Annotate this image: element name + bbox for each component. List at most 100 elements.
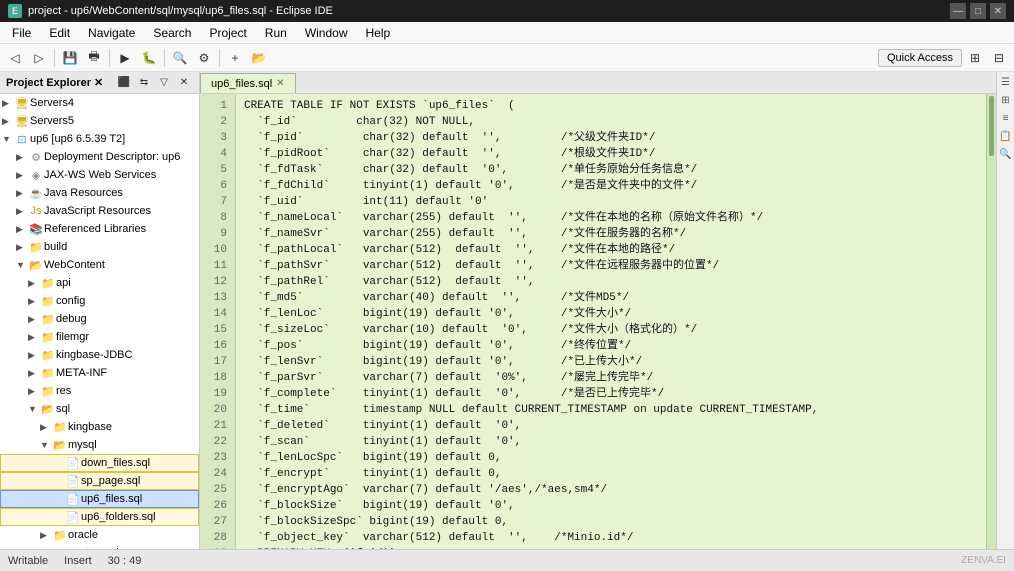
tree-item-servers4[interactable]: ▶ 🖥 Servers4 (0, 94, 199, 112)
tree-item-up6[interactable]: ▼ ⊡ up6 [up6 6.5.39 T2] (0, 130, 199, 148)
code-line[interactable]: `f_deleted` tinyint(1) default '0', (244, 418, 978, 434)
folder-icon: 📁 (40, 348, 56, 362)
code-line[interactable]: `f_pathLocal` varchar(512) default '', /… (244, 242, 978, 258)
tab-close-button[interactable]: ✕ (276, 78, 284, 89)
tree-item-reflibs[interactable]: ▶ 📚 Referenced Libraries (0, 220, 199, 238)
menu-project[interactable]: Project (201, 24, 254, 42)
minimize-button[interactable]: — (950, 3, 966, 19)
sidebar-view-menu[interactable]: ▽ (155, 74, 173, 92)
toolbar-back[interactable]: ◁ (4, 47, 26, 69)
tree-label: up6 [up6 6.5.39 T2] (30, 133, 197, 145)
menu-edit[interactable]: Edit (41, 24, 78, 42)
tree-item-servers5[interactable]: ▶ 🖥 Servers5 (0, 112, 199, 130)
tree-item-oracle[interactable]: ▶ 📁 oracle (0, 526, 199, 544)
toolbar-print[interactable]: 🖶 (83, 47, 105, 69)
tree-item-kingbase-jdbc[interactable]: ▶ 📁 kingbase-JDBC (0, 346, 199, 364)
line-number: 28 (200, 530, 231, 546)
tree-item-config[interactable]: ▶ 📁 config (0, 292, 199, 310)
code-line[interactable]: `f_md5` varchar(40) default '', /*文件MD5*… (244, 290, 978, 306)
code-line[interactable]: `f_blockSizeSpc` bigint(19) default 0, (244, 514, 978, 530)
code-line[interactable]: `f_pid` char(32) default '', /*父级文件夹ID*/ (244, 130, 978, 146)
toolbar-new[interactable]: + (224, 47, 246, 69)
tree-item-deployment[interactable]: ▶ ⚙ Deployment Descriptor: up6 (0, 148, 199, 166)
tree-item-api[interactable]: ▶ 📁 api (0, 274, 199, 292)
right-icon-btn-4[interactable]: 📋 (998, 128, 1014, 144)
tree-arrow: ▼ (28, 404, 40, 414)
code-line[interactable]: `f_time` timestamp NULL default CURRENT_… (244, 402, 978, 418)
quick-access-button[interactable]: Quick Access (878, 49, 962, 67)
tree-item-jax-ws[interactable]: ▶ ◈ JAX-WS Web Services (0, 166, 199, 184)
tree-item-up6-folders[interactable]: 📄 up6_folders.sql (0, 508, 199, 526)
tree-item-mysql[interactable]: ▼ 📂 mysql (0, 436, 199, 454)
code-line[interactable]: `f_sizeLoc` varchar(10) default '0', /*文… (244, 322, 978, 338)
code-line[interactable]: `f_encryptAgo` varchar(7) default '/aes'… (244, 482, 978, 498)
sidebar-link-editor[interactable]: ⇆ (135, 74, 153, 92)
code-line[interactable]: `f_parSvr` varchar(7) default '0%', /*屡完… (244, 370, 978, 386)
code-line[interactable]: `f_lenLocSpc` bigint(19) default 0, (244, 450, 978, 466)
tree-item-debug[interactable]: ▶ 📁 debug (0, 310, 199, 328)
tree-item-build[interactable]: ▶ 📁 build (0, 238, 199, 256)
tree-item-up6-files[interactable]: 📄 up6_files.sql (0, 490, 199, 508)
toolbar-perspectives[interactable]: ⊞ (964, 47, 986, 69)
tree-item-filemgr[interactable]: ▶ 📁 filemgr (0, 328, 199, 346)
window-controls[interactable]: — □ ✕ (950, 3, 1006, 19)
tree-item-javascript[interactable]: ▶ Js JavaScript Resources (0, 202, 199, 220)
tree-item-kingbase[interactable]: ▶ 📁 kingbase (0, 418, 199, 436)
sql-file-icon: 📄 (65, 456, 81, 470)
tree-item-webcontent[interactable]: ▼ 📂 WebContent (0, 256, 199, 274)
tree-item-sp-page[interactable]: 📄 sp_page.sql (0, 472, 199, 490)
code-line[interactable]: `f_scan` tinyint(1) default '0', (244, 434, 978, 450)
close-button[interactable]: ✕ (990, 3, 1006, 19)
toolbar-run[interactable]: ▶ (114, 47, 136, 69)
menu-search[interactable]: Search (145, 24, 199, 42)
code-line[interactable]: `f_lenSvr` bigint(19) default '0', /*已上传… (244, 354, 978, 370)
menu-file[interactable]: File (4, 24, 39, 42)
menu-window[interactable]: Window (297, 24, 356, 42)
tree-item-res[interactable]: ▶ 📁 res (0, 382, 199, 400)
tree-item-down-files[interactable]: 📄 down_files.sql (0, 454, 199, 472)
right-icon-btn-2[interactable]: ⊞ (998, 92, 1014, 108)
code-line[interactable]: `f_pathRel` varchar(512) default '', (244, 274, 978, 290)
code-line[interactable]: `f_object_key` varchar(512) default '', … (244, 530, 978, 546)
code-line[interactable]: `f_pathSvr` varchar(512) default '', /*文… (244, 258, 978, 274)
right-icon-btn-1[interactable]: ☰ (998, 74, 1014, 90)
toolbar-debug[interactable]: 🐛 (138, 47, 160, 69)
editor-content[interactable]: 1234567891011121314151617181920212223242… (200, 94, 996, 549)
right-icon-btn-5[interactable]: 🔍 (998, 146, 1014, 162)
editor-scrollbar[interactable] (986, 94, 996, 549)
tree-item-sql[interactable]: ▼ 📂 sql (0, 400, 199, 418)
code-line[interactable]: `f_fdChild` tinyint(1) default '0', /*是否… (244, 178, 978, 194)
project-tree[interactable]: ▶ 🖥 Servers4 ▶ 🖥 Servers5 ▼ ⊡ up6 [up6 6… (0, 94, 199, 549)
code-line[interactable]: `f_pos` bigint(19) default '0', /*终传位置*/ (244, 338, 978, 354)
code-line[interactable]: `f_lenLoc` bigint(19) default '0', /*文件大… (244, 306, 978, 322)
code-line[interactable]: `f_pidRoot` char(32) default '', /*根级文件夹… (244, 146, 978, 162)
toolbar-forward[interactable]: ▷ (28, 47, 50, 69)
tree-label: kingbase-JDBC (56, 349, 197, 361)
toolbar-search[interactable]: 🔍 (169, 47, 191, 69)
maximize-button[interactable]: □ (970, 3, 986, 19)
toolbar-settings[interactable]: ⚙ (193, 47, 215, 69)
menu-navigate[interactable]: Navigate (80, 24, 143, 42)
code-line[interactable]: `f_complete` tinyint(1) default '0', /*是… (244, 386, 978, 402)
toolbar-save[interactable]: 💾 (59, 47, 81, 69)
code-line[interactable]: `f_nameSvr` varchar(255) default '', /*文… (244, 226, 978, 242)
code-line[interactable]: CREATE TABLE IF NOT EXISTS `up6_files` ( (244, 98, 978, 114)
menu-help[interactable]: Help (358, 24, 399, 42)
code-line[interactable]: `f_encrypt` tinyint(1) default 0, (244, 466, 978, 482)
code-line[interactable]: `f_nameLocal` varchar(255) default '', /… (244, 210, 978, 226)
code-line[interactable]: `f_fdTask` char(32) default '0', /*单任务原始… (244, 162, 978, 178)
sidebar-collapse-all[interactable]: ⬛ (115, 74, 133, 92)
code-editor[interactable]: CREATE TABLE IF NOT EXISTS `up6_files` (… (236, 94, 986, 549)
line-numbers: 1234567891011121314151617181920212223242… (200, 94, 236, 549)
toolbar-open[interactable]: 📂 (248, 47, 270, 69)
right-icon-btn-3[interactable]: ≡ (998, 110, 1014, 126)
editor-tab-up6-files[interactable]: up6_files.sql ✕ (200, 73, 296, 93)
tree-item-meta-inf[interactable]: ▶ 📁 META-INF (0, 364, 199, 382)
code-line[interactable]: `f_blockSize` bigint(19) default '0', (244, 498, 978, 514)
menu-run[interactable]: Run (257, 24, 295, 42)
code-line[interactable]: `f_id` char(32) NOT NULL, (244, 114, 978, 130)
tree-item-java[interactable]: ▶ ☕ Java Resources (0, 184, 199, 202)
code-line[interactable]: `f_uid` int(11) default '0' (244, 194, 978, 210)
toolbar-views[interactable]: ⊟ (988, 47, 1010, 69)
sidebar-close[interactable]: ✕ (175, 74, 193, 92)
